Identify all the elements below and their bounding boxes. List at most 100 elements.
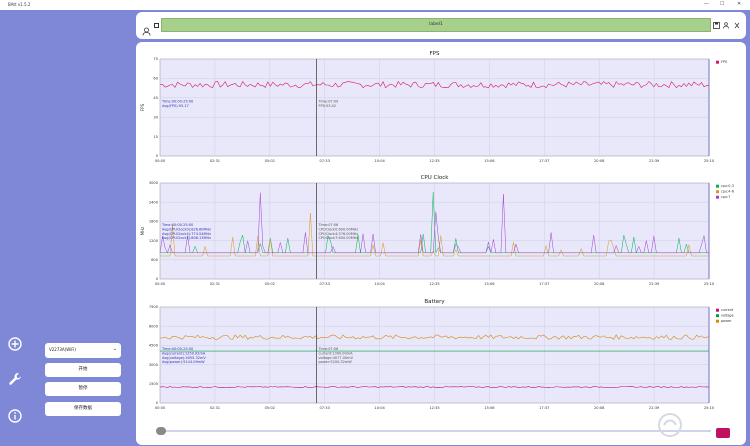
watermark-logo bbox=[656, 410, 736, 440]
info-icon[interactable] bbox=[7, 408, 23, 424]
x-tick-label: 20:08 bbox=[594, 406, 605, 410]
y-tick-label: 0 bbox=[156, 277, 159, 281]
person-icon[interactable] bbox=[723, 22, 729, 31]
wrench-icon[interactable] bbox=[7, 371, 23, 387]
y-tick-label: 0 bbox=[156, 401, 159, 405]
legend-label: cpu:4-6 bbox=[721, 190, 734, 194]
x-tick-label: 02:31 bbox=[210, 282, 220, 286]
slider-track bbox=[156, 430, 711, 432]
legend-swatch bbox=[716, 184, 719, 188]
save-icon[interactable] bbox=[713, 22, 720, 31]
window-titlebar: BAtt v1.5.2 — ☐ ✕ bbox=[0, 0, 750, 10]
x-tick-label: 20:08 bbox=[594, 282, 605, 286]
minimize-button[interactable]: — bbox=[704, 1, 709, 7]
y-tick-label: 1800 bbox=[149, 220, 159, 224]
x-tick-label: 25:10 bbox=[704, 159, 715, 163]
plus-circle-icon[interactable] bbox=[7, 336, 23, 352]
legend-swatch bbox=[716, 319, 719, 323]
app-root: V2273A(WiFi) ⌄ 开始 暂停 保存数据 label1 FPS 00:0… bbox=[0, 10, 750, 446]
legend-swatch bbox=[716, 60, 719, 64]
annotation-cursor-text: FPS:53.42 bbox=[318, 104, 336, 108]
chart-title: FPS bbox=[430, 51, 440, 57]
y-tick-label: 6000 bbox=[149, 324, 159, 328]
document-icon[interactable] bbox=[154, 23, 159, 28]
y-tick-label: 3000 bbox=[149, 363, 159, 367]
chevron-down-icon: ⌄ bbox=[112, 346, 117, 352]
legend-swatch bbox=[716, 308, 719, 312]
y-tick-label: 60 bbox=[153, 77, 158, 81]
legend-swatch bbox=[716, 190, 719, 194]
x-tick-label: 02:31 bbox=[210, 406, 220, 410]
window-title: BAtt v1.5.2 bbox=[8, 2, 31, 7]
x-tick-label: 12:35 bbox=[429, 406, 439, 410]
x-tick-label: 02:31 bbox=[210, 159, 220, 163]
y-tick-label: 2400 bbox=[149, 200, 159, 204]
chart-title: Battery bbox=[424, 299, 445, 305]
x-tick-label: 22:39 bbox=[649, 282, 660, 286]
y-tick-label: 15 bbox=[153, 135, 158, 139]
legend-label: power bbox=[721, 319, 732, 323]
x-tick-label: 10:04 bbox=[374, 282, 385, 286]
status-label: label1 bbox=[161, 18, 711, 32]
x-tick-label: 07:33 bbox=[320, 159, 330, 163]
sidebar bbox=[0, 10, 35, 446]
x-tick-label: 05:02 bbox=[265, 159, 275, 163]
x-tick-label: 12:35 bbox=[429, 159, 439, 163]
charts-svg: FPS 00:00 02:31 05:02 07:33 10:04 12:35 15:06 17… bbox=[140, 51, 734, 410]
device-select-value: V2273A(WiFi) bbox=[49, 347, 76, 352]
control-column: V2273A(WiFi) ⌄ 开始 暂停 保存数据 bbox=[35, 10, 135, 446]
device-select[interactable]: V2273A(WiFi) ⌄ bbox=[45, 343, 121, 358]
x-tick-label: 00:00 bbox=[155, 159, 166, 163]
pause-button[interactable]: 暂停 bbox=[45, 382, 121, 396]
x-tick-label: 05:02 bbox=[265, 282, 275, 286]
x-tick-label: 07:33 bbox=[320, 406, 330, 410]
y-tick-label: 45 bbox=[153, 96, 158, 100]
y-axis-label: FPS bbox=[140, 103, 145, 111]
legend-label: FPS bbox=[721, 60, 727, 64]
annotation-cursor-text: power:5200.32mW bbox=[318, 360, 352, 364]
x-tick-label: 17:37 bbox=[539, 282, 549, 286]
x-tick-label: 10:04 bbox=[374, 159, 385, 163]
x-tick-label: 22:39 bbox=[649, 159, 660, 163]
x-tick-label: 10:04 bbox=[374, 406, 385, 410]
x-tick-label: 07:33 bbox=[320, 282, 330, 286]
y-tick-label: 3000 bbox=[149, 181, 159, 185]
x-tick-label: 15:06 bbox=[484, 282, 495, 286]
annotation-left-text: Avg(FPS):55.17 bbox=[162, 104, 189, 108]
annotation-left-text: Avg(CPUClock7):806.13MHz bbox=[162, 236, 211, 240]
y-tick-label: 75 bbox=[153, 57, 158, 61]
timeline-slider[interactable] bbox=[156, 427, 711, 435]
chart-title: CPU Clock bbox=[421, 175, 450, 181]
close-button[interactable]: ✕ bbox=[737, 1, 741, 7]
annotation-cursor-text: CPUClock7:600.00MHz bbox=[318, 236, 358, 240]
legend-label: cpu:0-3 bbox=[721, 184, 734, 188]
x-tick-label: 12:35 bbox=[429, 282, 439, 286]
y-tick-label: 0 bbox=[156, 154, 159, 158]
save-data-button[interactable]: 保存数据 bbox=[45, 402, 121, 416]
expand-icon[interactable] bbox=[734, 22, 740, 31]
header-panel: label1 bbox=[136, 12, 746, 39]
user-icon[interactable] bbox=[142, 21, 151, 36]
y-tick-label: 7500 bbox=[149, 305, 159, 309]
y-axis-label: MHz bbox=[140, 227, 145, 236]
x-tick-label: 00:00 bbox=[155, 406, 166, 410]
y-tick-label: 1200 bbox=[149, 239, 159, 243]
x-tick-label: 15:06 bbox=[484, 159, 495, 163]
y-tick-label: 600 bbox=[151, 258, 159, 262]
legend-label: voltage bbox=[721, 314, 734, 318]
slider-handle[interactable] bbox=[156, 427, 166, 435]
charts-panel: FPS 00:00 02:31 05:02 07:33 10:04 12:35 15:06 17… bbox=[136, 42, 746, 445]
x-tick-label: 17:37 bbox=[539, 159, 549, 163]
x-tick-label: 15:06 bbox=[484, 406, 495, 410]
legend-swatch bbox=[716, 195, 719, 199]
legend-label: current bbox=[721, 308, 734, 312]
start-button[interactable]: 开始 bbox=[45, 363, 121, 377]
maximize-button[interactable]: ☐ bbox=[720, 1, 724, 7]
annotation-left-text: Avg(power):5144.09mW bbox=[162, 360, 205, 364]
legend-swatch bbox=[716, 314, 719, 318]
x-tick-label: 20:08 bbox=[594, 159, 605, 163]
y-tick-label: 30 bbox=[153, 115, 158, 119]
legend-label: cpu:7 bbox=[721, 195, 730, 199]
x-tick-label: 00:00 bbox=[155, 282, 166, 286]
x-tick-label: 17:37 bbox=[539, 406, 549, 410]
